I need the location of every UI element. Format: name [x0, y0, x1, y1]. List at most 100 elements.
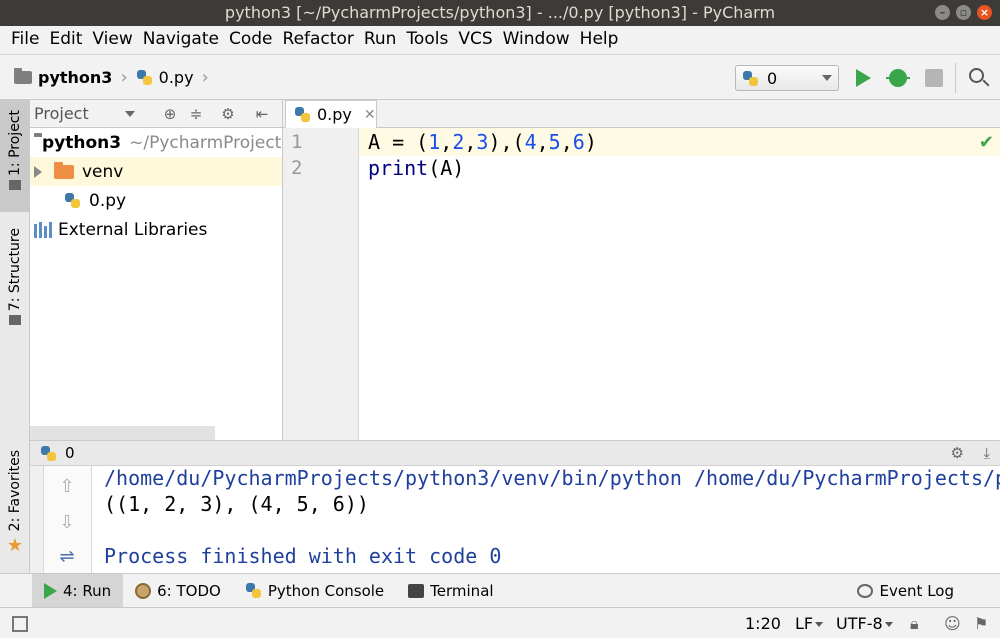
code-line: print(A)	[368, 156, 465, 180]
menu-view[interactable]: View	[87, 26, 137, 52]
code-line: A = (1,2,3),(4,5,6)	[368, 130, 597, 154]
editor-tab-bar: 0.py ✕	[283, 100, 1000, 128]
tool-window-terminal[interactable]: Terminal	[396, 574, 505, 608]
tab-favorites[interactable]: 2: Favorites ★	[0, 450, 30, 560]
project-panel-header: Project ⊕ ≑ ⚙ ⇤	[30, 100, 282, 128]
tool-window-bar: 4: Run 6: TODO Python Console Terminal E…	[0, 573, 1000, 608]
tab-structure[interactable]: 7: Structure	[0, 228, 30, 343]
stop-button[interactable]	[923, 67, 945, 89]
close-icon[interactable]: ✕	[364, 107, 376, 123]
tool-window-run[interactable]: 4: Run	[32, 573, 124, 608]
locate-icon[interactable]: ⊕	[162, 106, 178, 122]
breadcrumb-project[interactable]: python3	[14, 68, 112, 87]
stop-icon	[925, 69, 943, 87]
run-panel: ⇧ ⇩ ⇌ /home/du/PycharmProjects/python3/v…	[30, 466, 1000, 573]
search-icon	[969, 68, 984, 83]
tool-window-terminal-label: Terminal	[430, 581, 494, 600]
line-separator-select[interactable]: LF	[795, 614, 824, 633]
line-number-gutter	[283, 408, 359, 440]
hide-panel-icon[interactable]: ⇤	[254, 106, 270, 122]
arrow-up-icon[interactable]: ⇧	[58, 478, 76, 496]
console-output[interactable]: /home/du/PycharmProjects/python3/venv/bi…	[104, 466, 1000, 573]
menu-vcs[interactable]: VCS	[453, 26, 497, 52]
window-controls: – ▫ ×	[935, 5, 992, 20]
expand-arrow-icon[interactable]	[34, 165, 42, 178]
hide-panel-icon[interactable]: ⤓	[983, 444, 990, 462]
gear-icon[interactable]: ⚙	[220, 106, 236, 122]
window-title-bar: python3 [~/PycharmProjects/python3] - ..…	[0, 0, 1000, 26]
maximize-icon[interactable]: ▫	[956, 5, 971, 20]
collapse-all-icon[interactable]: ≑	[188, 106, 204, 122]
run-icon	[44, 582, 57, 599]
gear-icon[interactable]: ⚙	[951, 444, 964, 462]
menu-tools[interactable]: Tools	[401, 26, 453, 52]
editor-empty-area[interactable]	[283, 408, 1000, 440]
arrow-down-icon[interactable]: ⇩	[58, 514, 76, 532]
python-file-icon	[294, 106, 311, 123]
menu-bar: File Edit View Navigate Code Refactor Ru…	[0, 26, 1000, 52]
run-toolbar: ⇧ ⇩ ⇌	[44, 466, 92, 573]
breadcrumb: python3 › 0.py ›	[14, 67, 217, 88]
caret-position[interactable]: 1:20	[745, 614, 781, 633]
tree-item-label: venv	[82, 161, 124, 182]
breadcrumb-file-label: 0.py	[158, 68, 194, 87]
tree-item-0py[interactable]: 0.py	[30, 186, 282, 215]
menu-run[interactable]: Run	[359, 26, 402, 52]
chevron-down-icon[interactable]	[124, 110, 135, 117]
chevron-down-icon	[884, 622, 893, 627]
tab-0py[interactable]: 0.py ✕	[285, 100, 377, 128]
menu-code[interactable]: Code	[224, 26, 278, 52]
debug-icon	[886, 69, 910, 87]
toolbar-divider	[955, 63, 956, 93]
menu-navigate[interactable]: Navigate	[138, 26, 224, 52]
chevron-down-icon	[815, 622, 824, 627]
status-bar: 1:20 LF UTF-8 🔒︎ ☺ ⚑	[0, 607, 1000, 638]
menu-window[interactable]: Window	[498, 26, 575, 52]
tree-root[interactable]: python3 ~/PycharmProjects/python3	[30, 128, 282, 157]
tree-item-label: External Libraries	[58, 219, 208, 240]
tree-item-label: 0.py	[89, 190, 127, 211]
menu-file[interactable]: File	[6, 26, 44, 52]
tree-item-external-libraries[interactable]: External Libraries	[30, 215, 282, 244]
breadcrumb-project-label: python3	[38, 68, 113, 87]
run-config-tab[interactable]: 0	[65, 444, 75, 462]
breadcrumb-file[interactable]: 0.py	[136, 68, 194, 87]
tool-window-python-console[interactable]: Python Console	[233, 574, 396, 608]
encoding-select[interactable]: UTF-8	[836, 614, 893, 633]
project-view-select[interactable]: Project	[34, 104, 89, 123]
run-gutter	[30, 466, 44, 573]
tool-window-todo-label: 6: TODO	[157, 581, 221, 600]
python-file-icon	[136, 69, 153, 86]
horizontal-scrollbar[interactable]	[30, 426, 215, 440]
tab-structure-label: 7: Structure	[7, 228, 23, 312]
line-number: 2	[291, 157, 303, 179]
close-icon[interactable]: ×	[977, 5, 992, 20]
navigation-bar: python3 › 0.py › 0	[0, 54, 1000, 100]
run-panel-header: 0 ⚙ ⤓	[30, 440, 1000, 466]
tool-window-event-log[interactable]: Event Log	[845, 574, 966, 608]
debug-button[interactable]	[886, 67, 910, 89]
run-icon	[856, 69, 871, 87]
run-configuration-select[interactable]: 0	[735, 65, 839, 91]
terminal-icon	[408, 583, 425, 598]
menu-refactor[interactable]: Refactor	[278, 26, 359, 52]
menu-help[interactable]: Help	[575, 26, 624, 52]
notifications-icon[interactable]: ⚑	[974, 614, 988, 633]
inspector-icon[interactable]: ☺	[944, 614, 961, 633]
minimize-icon[interactable]: –	[935, 5, 950, 20]
tool-window-todo[interactable]: 6: TODO	[123, 574, 233, 608]
menu-edit[interactable]: Edit	[44, 26, 87, 52]
toggle-tool-windows-icon[interactable]	[12, 616, 28, 632]
console-line-exit: Process finished with exit code 0	[104, 544, 502, 568]
code-editor[interactable]: 1 2 A = (1,2,3),(4,5,6) print(A) ✔	[283, 128, 1000, 408]
tree-item-venv[interactable]: venv	[30, 157, 282, 186]
lock-icon[interactable]: 🔒︎	[910, 614, 919, 634]
console-line-output: ((1, 2, 3), (4, 5, 6))	[104, 492, 369, 516]
tab-0py-label: 0.py	[317, 105, 352, 124]
run-button[interactable]	[852, 67, 874, 89]
project-panel: Project ⊕ ≑ ⚙ ⇤ python3 ~/PycharmProject…	[30, 100, 283, 440]
search-everywhere-button[interactable]	[968, 67, 990, 89]
soft-wrap-icon[interactable]: ⇌	[58, 548, 76, 566]
tab-project[interactable]: 1: Project	[0, 100, 30, 212]
tab-favorites-label: 2: Favorites	[7, 450, 23, 532]
